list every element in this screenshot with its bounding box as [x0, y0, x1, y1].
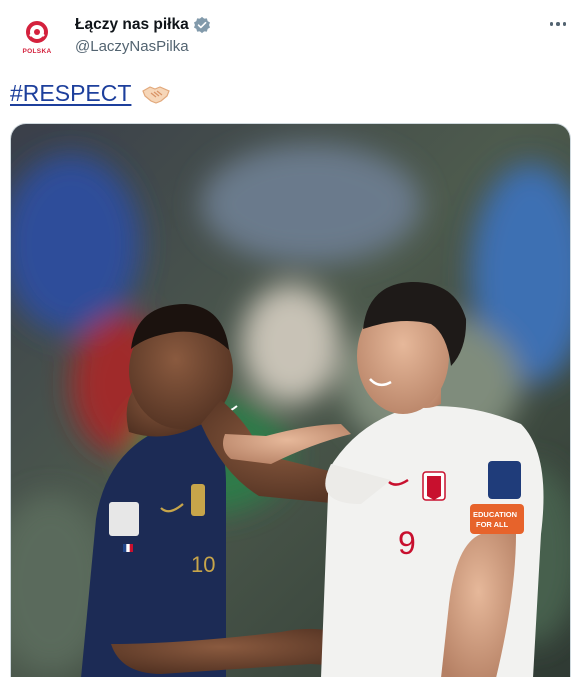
more-options-icon[interactable]	[546, 14, 570, 34]
handle[interactable]: @LaczyNasPilka	[75, 38, 211, 55]
players-photo: 10 EDUCATION FOR ALL 9	[11, 124, 570, 677]
verified-badge-icon	[193, 16, 210, 34]
tweet-text: #RESPECT	[10, 80, 171, 107]
polska-crest-icon	[26, 21, 48, 43]
tweet-photo[interactable]: 10 EDUCATION FOR ALL 9	[10, 123, 571, 677]
left-shirt-number: 10	[191, 552, 215, 577]
handshake-icon	[141, 83, 171, 105]
author-names: Łączy nas piłka @LaczyNasPilka	[75, 16, 211, 55]
hashtag-link[interactable]: #RESPECT	[10, 80, 131, 107]
armband-text-2: FOR ALL	[476, 520, 509, 529]
armband-text-1: EDUCATION	[473, 510, 517, 519]
avatar-label: POLSKA	[22, 48, 52, 55]
display-name[interactable]: Łączy nas piłka	[75, 16, 189, 34]
tweet-header: POLSKA Łączy nas piłka @LaczyNasPilka	[14, 10, 570, 66]
right-shirt-number: 9	[398, 525, 416, 561]
avatar[interactable]: POLSKA	[14, 14, 60, 60]
